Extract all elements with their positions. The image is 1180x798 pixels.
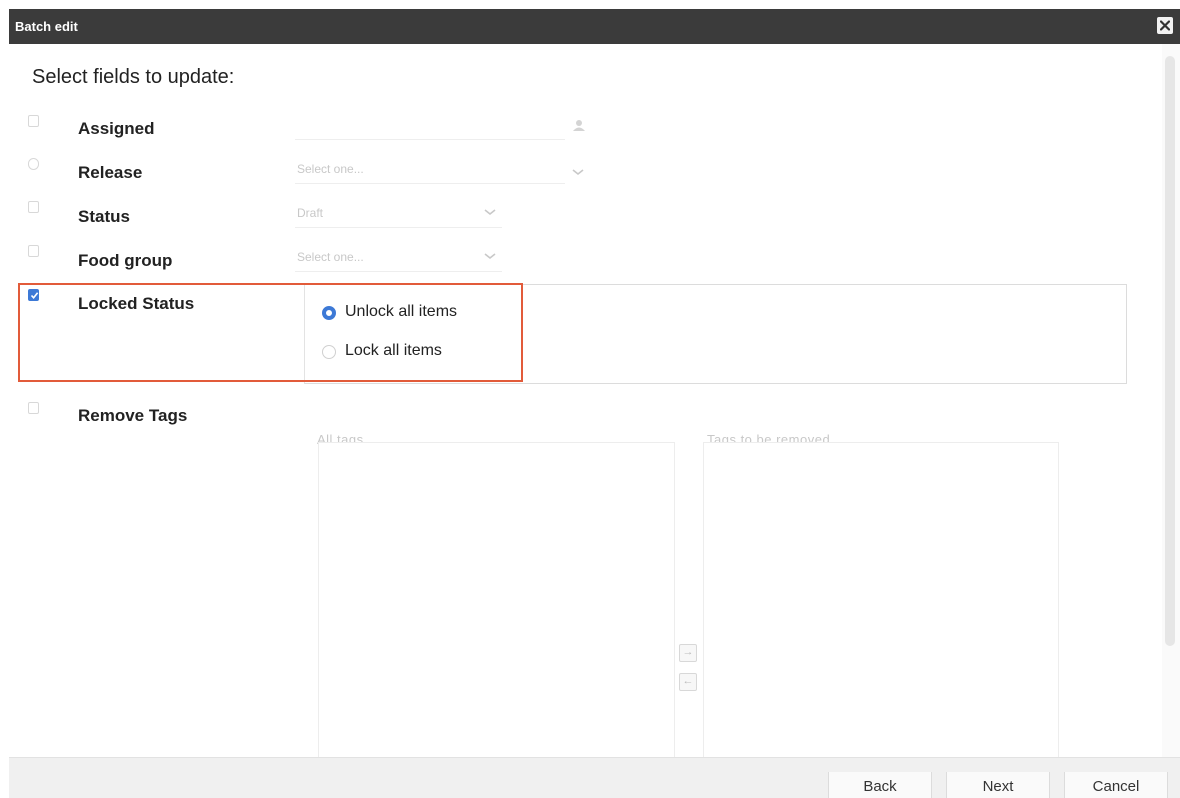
status-select[interactable]: Draft bbox=[295, 198, 502, 228]
field-row-release: Release Select one... bbox=[9, 152, 1162, 188]
dialog-footer: Back Next Cancel bbox=[9, 757, 1180, 798]
close-button[interactable] bbox=[1157, 17, 1173, 34]
assigned-label: Assigned bbox=[78, 119, 155, 138]
status-checkbox[interactable] bbox=[28, 201, 39, 213]
arrow-left-icon: ← bbox=[682, 675, 694, 687]
dialog-body: Select fields to update: Assigned Releas… bbox=[9, 44, 1162, 757]
release-label: Release bbox=[78, 163, 143, 182]
all-tags-list[interactable] bbox=[318, 442, 675, 757]
food-group-label: Food group bbox=[78, 251, 173, 270]
status-value: Draft bbox=[297, 206, 324, 220]
arrow-right-icon: → bbox=[682, 646, 694, 658]
dialog-title: Batch edit bbox=[15, 19, 78, 34]
food-group-placeholder: Select one... bbox=[297, 250, 364, 264]
move-left-button[interactable]: ← bbox=[679, 673, 697, 691]
release-checkbox[interactable] bbox=[28, 158, 39, 170]
chevron-down-icon[interactable] bbox=[571, 164, 585, 182]
vertical-scrollbar[interactable] bbox=[1162, 44, 1180, 757]
field-row-assigned: Assigned bbox=[9, 110, 1162, 146]
assigned-input[interactable] bbox=[295, 110, 565, 140]
scrollbar-thumb[interactable] bbox=[1165, 56, 1175, 646]
next-button[interactable]: Next bbox=[946, 772, 1050, 798]
release-select[interactable]: Select one... bbox=[295, 154, 565, 184]
highlight-box bbox=[18, 283, 523, 382]
tags-to-remove-list[interactable] bbox=[703, 442, 1059, 757]
release-placeholder: Select one... bbox=[297, 162, 364, 176]
chevron-down-icon bbox=[484, 209, 496, 216]
back-button[interactable]: Back bbox=[828, 772, 932, 798]
field-row-food-group: Food group Select one... bbox=[9, 240, 1162, 276]
close-icon bbox=[1160, 20, 1170, 31]
food-group-select[interactable]: Select one... bbox=[295, 242, 502, 272]
page-title: Select fields to update: bbox=[32, 66, 235, 88]
chevron-down-icon bbox=[484, 253, 496, 260]
cancel-button[interactable]: Cancel bbox=[1064, 772, 1168, 798]
food-group-checkbox[interactable] bbox=[28, 245, 39, 257]
batch-edit-dialog: Batch edit Select fields to update: Assi… bbox=[0, 0, 1180, 798]
status-label: Status bbox=[78, 207, 130, 226]
field-row-status: Status Draft bbox=[9, 196, 1162, 232]
remove-tags-checkbox[interactable] bbox=[28, 402, 39, 414]
assigned-checkbox[interactable] bbox=[28, 115, 39, 127]
move-right-button[interactable]: → bbox=[679, 644, 697, 662]
person-icon[interactable] bbox=[572, 118, 586, 132]
dialog-titlebar: Batch edit bbox=[9, 9, 1180, 44]
remove-tags-label: Remove Tags bbox=[78, 406, 188, 425]
